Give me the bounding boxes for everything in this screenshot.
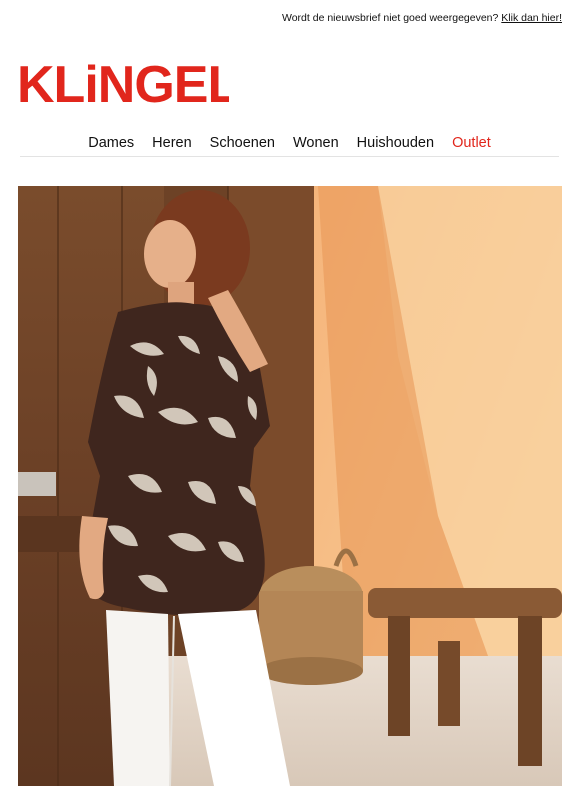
view-online-link[interactable]: Klik dan hier! bbox=[501, 12, 562, 24]
klingel-logo-icon: KLiNGEL bbox=[17, 56, 229, 108]
hero-photo bbox=[18, 186, 562, 786]
nav-item-schoenen[interactable]: Schoenen bbox=[210, 130, 275, 156]
nav-item-outlet[interactable]: Outlet bbox=[452, 130, 491, 156]
hero-image[interactable] bbox=[18, 186, 562, 786]
main-navigation: Dames Heren Schoenen Wonen Huishouden Ou… bbox=[20, 130, 559, 157]
nav-item-huishouden[interactable]: Huishouden bbox=[357, 130, 434, 156]
newsletter-view-text: Wordt de nieuwsbrief niet goed weergegev… bbox=[282, 12, 499, 24]
nav-item-dames[interactable]: Dames bbox=[88, 130, 134, 156]
nav-item-heren[interactable]: Heren bbox=[152, 130, 192, 156]
nav-item-wonen[interactable]: Wonen bbox=[293, 130, 339, 156]
logo-wordmark: KLiNGEL bbox=[17, 56, 229, 108]
newsletter-view-notice: Wordt de nieuwsbrief niet goed weergegev… bbox=[282, 12, 562, 24]
brand-logo[interactable]: KLiNGEL bbox=[17, 56, 229, 108]
